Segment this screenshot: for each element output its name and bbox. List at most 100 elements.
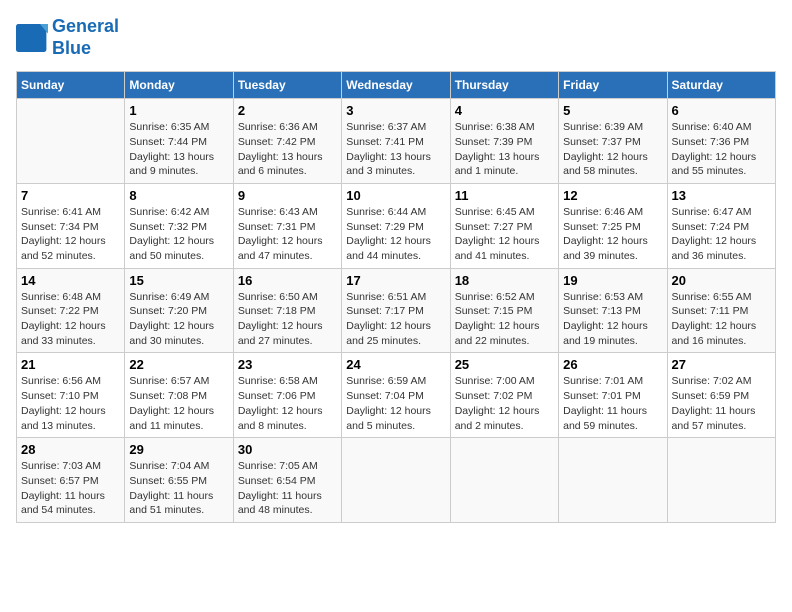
logo-text: General Blue	[52, 16, 119, 59]
calendar-header-row: SundayMondayTuesdayWednesdayThursdayFrid…	[17, 72, 776, 99]
calendar-cell: 15Sunrise: 6:49 AM Sunset: 7:20 PM Dayli…	[125, 268, 233, 353]
day-info: Sunrise: 7:01 AM Sunset: 7:01 PM Dayligh…	[563, 374, 662, 433]
calendar-cell: 22Sunrise: 6:57 AM Sunset: 7:08 PM Dayli…	[125, 353, 233, 438]
day-number: 28	[21, 442, 120, 457]
calendar-cell	[17, 99, 125, 184]
calendar-cell: 21 Sunrise: 6:56 AM Sunset: 7:10 PM Dayli…	[17, 353, 125, 438]
day-info: Sunrise: 6:38 AM Sunset: 7:39 PM Dayligh…	[455, 120, 554, 179]
day-number: 13	[672, 188, 771, 203]
day-number: 16	[238, 273, 337, 288]
day-info: Sunrise: 7:03 AM Sunset: 6:57 PM Dayligh…	[21, 459, 120, 518]
calendar-cell: 1Sunrise: 6:35 AM Sunset: 7:44 PM Daylig…	[125, 99, 233, 184]
logo: General Blue	[16, 16, 119, 59]
day-info: Sunrise: 6:56 AM Sunset: 7:10 PM Dayligh…	[21, 374, 120, 433]
day-info: Sunrise: 6:50 AM Sunset: 7:18 PM Dayligh…	[238, 290, 337, 349]
day-info: Sunrise: 7:04 AM Sunset: 6:55 PM Dayligh…	[129, 459, 228, 518]
day-number: 23	[238, 357, 337, 372]
calendar-cell: 7 Sunrise: 6:41 AM Sunset: 7:34 PM Daylig…	[17, 183, 125, 268]
weekday-header: Friday	[559, 72, 667, 99]
calendar-week-row: 1Sunrise: 6:35 AM Sunset: 7:44 PM Daylig…	[17, 99, 776, 184]
day-number: 8	[129, 188, 228, 203]
day-number: 25	[455, 357, 554, 372]
calendar-cell: 8 Sunrise: 6:42 AM Sunset: 7:32 PM Daylig…	[125, 183, 233, 268]
calendar-cell	[342, 438, 450, 523]
day-info: Sunrise: 6:52 AM Sunset: 7:15 PM Dayligh…	[455, 290, 554, 349]
calendar-cell: 25 Sunrise: 7:00 AM Sunset: 7:02 PM Dayli…	[450, 353, 558, 438]
day-info: Sunrise: 6:53 AM Sunset: 7:13 PM Dayligh…	[563, 290, 662, 349]
day-info: Sunrise: 7:05 AM Sunset: 6:54 PM Dayligh…	[238, 459, 337, 518]
day-info: Sunrise: 6:48 AM Sunset: 7:22 PM Dayligh…	[21, 290, 120, 349]
calendar-week-row: 7 Sunrise: 6:41 AM Sunset: 7:34 PM Daylig…	[17, 183, 776, 268]
day-info: Sunrise: 6:42 AM Sunset: 7:32 PM Dayligh…	[129, 205, 228, 264]
day-info: Sunrise: 6:55 AM Sunset: 7:11 PM Dayligh…	[672, 290, 771, 349]
calendar-week-row: 28 Sunrise: 7:03 AM Sunset: 6:57 PM Dayli…	[17, 438, 776, 523]
day-info: Sunrise: 6:35 AM Sunset: 7:44 PM Dayligh…	[129, 120, 228, 179]
calendar-week-row: 21 Sunrise: 6:56 AM Sunset: 7:10 PM Dayli…	[17, 353, 776, 438]
calendar-cell: 4 Sunrise: 6:38 AM Sunset: 7:39 PM Daylig…	[450, 99, 558, 184]
calendar-cell: 13Sunrise: 6:47 AM Sunset: 7:24 PM Dayli…	[667, 183, 775, 268]
calendar-cell: 26 Sunrise: 7:01 AM Sunset: 7:01 PM Dayli…	[559, 353, 667, 438]
weekday-header: Monday	[125, 72, 233, 99]
day-info: Sunrise: 6:43 AM Sunset: 7:31 PM Dayligh…	[238, 205, 337, 264]
page-header: General Blue	[16, 16, 776, 59]
day-number: 7	[21, 188, 120, 203]
calendar-cell: 11 Sunrise: 6:45 AM Sunset: 7:27 PM Dayli…	[450, 183, 558, 268]
day-info: Sunrise: 6:40 AM Sunset: 7:36 PM Dayligh…	[672, 120, 771, 179]
calendar-cell: 6 Sunrise: 6:40 AM Sunset: 7:36 PM Daylig…	[667, 99, 775, 184]
day-info: Sunrise: 6:51 AM Sunset: 7:17 PM Dayligh…	[346, 290, 445, 349]
weekday-header: Tuesday	[233, 72, 341, 99]
calendar-cell	[559, 438, 667, 523]
day-info: Sunrise: 6:59 AM Sunset: 7:04 PM Dayligh…	[346, 374, 445, 433]
day-number: 20	[672, 273, 771, 288]
weekday-header: Wednesday	[342, 72, 450, 99]
weekday-header: Sunday	[17, 72, 125, 99]
day-info: Sunrise: 6:37 AM Sunset: 7:41 PM Dayligh…	[346, 120, 445, 179]
day-number: 21	[21, 357, 120, 372]
day-number: 6	[672, 103, 771, 118]
day-info: Sunrise: 6:39 AM Sunset: 7:37 PM Dayligh…	[563, 120, 662, 179]
calendar-cell: 16 Sunrise: 6:50 AM Sunset: 7:18 PM Dayli…	[233, 268, 341, 353]
day-number: 4	[455, 103, 554, 118]
day-number: 10	[346, 188, 445, 203]
calendar-cell: 14 Sunrise: 6:48 AM Sunset: 7:22 PM Dayli…	[17, 268, 125, 353]
day-number: 18	[455, 273, 554, 288]
day-number: 14	[21, 273, 120, 288]
day-number: 27	[672, 357, 771, 372]
day-number: 12	[563, 188, 662, 203]
calendar-cell: 24Sunrise: 6:59 AM Sunset: 7:04 PM Dayli…	[342, 353, 450, 438]
calendar-week-row: 14 Sunrise: 6:48 AM Sunset: 7:22 PM Dayli…	[17, 268, 776, 353]
day-number: 3	[346, 103, 445, 118]
calendar-cell: 2Sunrise: 6:36 AM Sunset: 7:42 PM Daylig…	[233, 99, 341, 184]
day-info: Sunrise: 6:58 AM Sunset: 7:06 PM Dayligh…	[238, 374, 337, 433]
calendar-cell: 19Sunrise: 6:53 AM Sunset: 7:13 PM Dayli…	[559, 268, 667, 353]
calendar-cell: 3 Sunrise: 6:37 AM Sunset: 7:41 PM Daylig…	[342, 99, 450, 184]
day-number: 26	[563, 357, 662, 372]
logo-icon	[16, 24, 48, 52]
calendar-cell: 5Sunrise: 6:39 AM Sunset: 7:37 PM Daylig…	[559, 99, 667, 184]
day-info: Sunrise: 7:00 AM Sunset: 7:02 PM Dayligh…	[455, 374, 554, 433]
calendar-cell: 12 Sunrise: 6:46 AM Sunset: 7:25 PM Dayli…	[559, 183, 667, 268]
day-info: Sunrise: 7:02 AM Sunset: 6:59 PM Dayligh…	[672, 374, 771, 433]
calendar-cell: 27 Sunrise: 7:02 AM Sunset: 6:59 PM Dayli…	[667, 353, 775, 438]
calendar-cell: 20 Sunrise: 6:55 AM Sunset: 7:11 PM Dayli…	[667, 268, 775, 353]
day-number: 17	[346, 273, 445, 288]
day-number: 22	[129, 357, 228, 372]
day-number: 11	[455, 188, 554, 203]
calendar-cell: 17 Sunrise: 6:51 AM Sunset: 7:17 PM Dayli…	[342, 268, 450, 353]
weekday-header: Thursday	[450, 72, 558, 99]
calendar-cell: 10 Sunrise: 6:44 AM Sunset: 7:29 PM Dayli…	[342, 183, 450, 268]
day-info: Sunrise: 6:45 AM Sunset: 7:27 PM Dayligh…	[455, 205, 554, 264]
day-number: 30	[238, 442, 337, 457]
day-info: Sunrise: 6:46 AM Sunset: 7:25 PM Dayligh…	[563, 205, 662, 264]
calendar-cell: 29 Sunrise: 7:04 AM Sunset: 6:55 PM Dayli…	[125, 438, 233, 523]
calendar-cell: 30 Sunrise: 7:05 AM Sunset: 6:54 PM Dayli…	[233, 438, 341, 523]
calendar-cell	[667, 438, 775, 523]
calendar-cell	[450, 438, 558, 523]
day-number: 9	[238, 188, 337, 203]
day-number: 29	[129, 442, 228, 457]
day-info: Sunrise: 6:44 AM Sunset: 7:29 PM Dayligh…	[346, 205, 445, 264]
calendar-cell: 28 Sunrise: 7:03 AM Sunset: 6:57 PM Dayli…	[17, 438, 125, 523]
day-info: Sunrise: 6:41 AM Sunset: 7:34 PM Dayligh…	[21, 205, 120, 264]
day-number: 2	[238, 103, 337, 118]
day-info: Sunrise: 6:49 AM Sunset: 7:20 PM Dayligh…	[129, 290, 228, 349]
